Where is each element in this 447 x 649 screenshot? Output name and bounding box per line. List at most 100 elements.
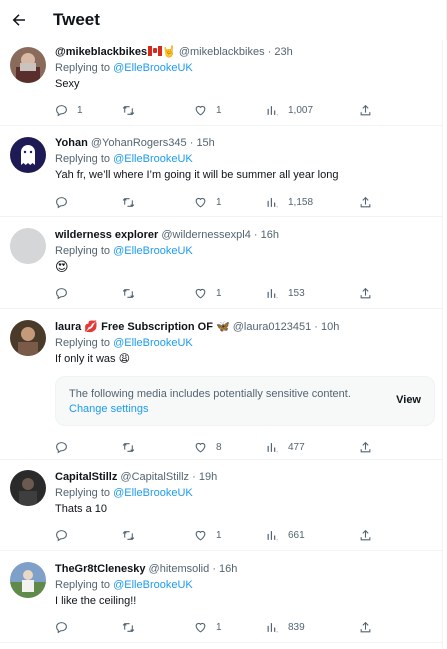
views-button[interactable]: 1,158: [266, 194, 313, 210]
display-name[interactable]: Yohan: [55, 137, 88, 149]
retweet-button[interactable]: [122, 527, 144, 543]
retweet-icon: [122, 105, 135, 115]
like-button[interactable]: 1: [194, 102, 222, 118]
display-name[interactable]: @mikeblackbikes: [55, 46, 147, 58]
view-count: 839: [288, 621, 305, 633]
tweet-text: If only it was 😩: [55, 353, 131, 365]
tweet[interactable]: Yohan @YohanRogers345 · 15h Replying to …: [0, 126, 443, 217]
retweet-button[interactable]: [122, 439, 144, 455]
retweet-button[interactable]: [122, 194, 144, 210]
views-button[interactable]: 477: [266, 439, 305, 455]
tweet-actions: 1 1,158: [55, 194, 375, 210]
views-button[interactable]: 153: [266, 285, 305, 301]
tweet[interactable]: laura 💋 Free Subscription OF 🦋 @laura012…: [0, 309, 443, 460]
share-button[interactable]: [359, 102, 372, 118]
reply-button[interactable]: 1: [55, 102, 83, 118]
change-settings-link[interactable]: Change settings: [69, 402, 351, 417]
display-name[interactable]: wilderness explorer: [55, 229, 158, 241]
back-button[interactable]: [1, 4, 37, 36]
share-button[interactable]: [359, 619, 372, 635]
user-handle[interactable]: @CapitalStillz: [120, 471, 189, 483]
separator-dot: ·: [314, 321, 318, 333]
view-media-button[interactable]: View: [396, 394, 421, 406]
tweet-text: Yah fr, we’ll where I’m going it will be…: [55, 169, 339, 181]
replying-to-link[interactable]: @ElleBrookeUK: [113, 245, 193, 257]
timestamp[interactable]: 19h: [199, 471, 217, 483]
retweet-icon: [122, 288, 135, 298]
user-handle[interactable]: @YohanRogers345: [91, 137, 187, 149]
display-name[interactable]: TheGr8tClenesky: [55, 563, 145, 575]
top-bar: Tweet: [0, 0, 447, 40]
retweet-button[interactable]: [122, 619, 144, 635]
share-icon: [360, 196, 371, 207]
share-button[interactable]: [359, 194, 372, 210]
timestamp[interactable]: 16h: [261, 229, 279, 241]
sign-of-horns-emoji: 🤘: [162, 46, 176, 58]
user-handle[interactable]: @hitemsolid: [149, 563, 210, 575]
avatar[interactable]: [10, 47, 46, 83]
reply-button[interactable]: [55, 619, 77, 635]
tweet[interactable]: wilderness explorer @wildernessexpl4 · 1…: [0, 217, 443, 309]
share-button[interactable]: [359, 285, 372, 301]
like-button[interactable]: 1: [194, 194, 222, 210]
tweet[interactable]: TheGr8tClenesky @hitemsolid · 16h Replyi…: [0, 551, 443, 643]
retweet-button[interactable]: [122, 285, 144, 301]
display-name[interactable]: CapitalStillz: [55, 471, 117, 483]
like-count: 1: [216, 529, 222, 541]
reply-icon: [56, 104, 67, 116]
separator-dot: ·: [192, 471, 196, 483]
like-button[interactable]: 1: [194, 619, 222, 635]
separator-dot: ·: [212, 563, 216, 575]
user-handle[interactable]: @laura0123451: [233, 321, 311, 333]
reply-button[interactable]: [55, 194, 77, 210]
avatar[interactable]: [10, 320, 46, 356]
tweet-actions: 1 1 1,007: [55, 102, 375, 118]
retweet-button[interactable]: [122, 102, 144, 118]
replying-to-prefix: Replying to: [55, 153, 114, 165]
display-name[interactable]: laura 💋 Free Subscription OF 🦋: [55, 321, 230, 333]
share-icon: [360, 104, 371, 115]
like-button[interactable]: 1: [194, 285, 222, 301]
share-icon: [360, 529, 371, 540]
share-icon: [360, 287, 371, 298]
views-icon: [267, 530, 278, 540]
timestamp[interactable]: 16h: [219, 563, 237, 575]
view-count: 1,007: [288, 104, 314, 116]
avatar[interactable]: [10, 470, 46, 506]
user-handle[interactable]: @wildernessexpl4: [161, 229, 250, 241]
tweet-actions: 1 661: [55, 527, 375, 543]
tweet-text: Sexy: [55, 78, 80, 90]
reply-button[interactable]: [55, 527, 77, 543]
replying-to-link[interactable]: @ElleBrookeUK: [113, 62, 193, 74]
views-button[interactable]: 1,007: [266, 102, 313, 118]
avatar[interactable]: [10, 562, 46, 598]
avatar[interactable]: [10, 228, 46, 264]
like-button[interactable]: 1: [194, 527, 222, 543]
share-button[interactable]: [359, 439, 372, 455]
like-button[interactable]: 8: [194, 439, 222, 455]
views-icon: [267, 622, 278, 632]
views-icon: [267, 105, 278, 115]
views-button[interactable]: 661: [266, 527, 305, 543]
reply-button[interactable]: [55, 285, 77, 301]
share-icon: [360, 621, 371, 632]
tweet[interactable]: @mikeblackbikes 🤘 @mikeblackbikes · 23h R…: [0, 40, 443, 126]
replying-to-link[interactable]: @ElleBrookeUK: [113, 153, 193, 165]
replying-to-link[interactable]: @ElleBrookeUK: [113, 487, 193, 499]
timestamp[interactable]: 15h: [196, 137, 214, 149]
avatar[interactable]: [10, 137, 46, 173]
replying-to: Replying to @ElleBrookeUK: [55, 152, 431, 166]
timestamp[interactable]: 10h: [321, 321, 339, 333]
timestamp[interactable]: 23h: [274, 46, 292, 58]
like-count: 1: [216, 287, 222, 299]
tweet-text: Thats a 10: [55, 503, 107, 515]
separator-dot: ·: [253, 229, 258, 241]
views-button[interactable]: 839: [266, 619, 305, 635]
reply-button[interactable]: [55, 439, 77, 455]
tweet[interactable]: CapitalStillz @CapitalStillz · 19h Reply…: [0, 460, 443, 551]
replying-to: Replying to @ElleBrookeUK: [55, 486, 431, 500]
replying-to-link[interactable]: @ElleBrookeUK: [113, 579, 193, 591]
user-handle[interactable]: @mikeblackbikes: [179, 46, 265, 58]
replying-to-link[interactable]: @ElleBrookeUK: [113, 337, 193, 349]
share-button[interactable]: [359, 527, 372, 543]
